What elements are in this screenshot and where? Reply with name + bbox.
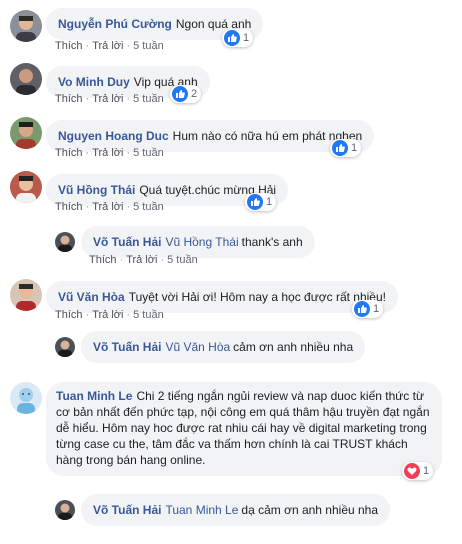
comment: Nguyễn Phú Cường Ngon quá anh 1 Thích · Trả…: [0, 0, 462, 60]
comment-text-line: dễ hiểu. Hôm nay hoc được rat nhiu cái h…: [56, 421, 427, 435]
comment-bubble: Tuan Minh Le Chi 2 tiếng ngắn ngủi review…: [46, 382, 442, 476]
like-link[interactable]: Thích: [55, 147, 83, 159]
reply-bubble: Võ Tuấn Hải Tuan Minh Le dạ cảm ơn anh nhi…: [81, 494, 391, 526]
comment-actions: Thích · Trả lời · 5 tuần: [55, 93, 164, 105]
comment-actions: Thích · Trả lời · 5 tuần: [55, 309, 164, 321]
like-link[interactable]: Thích: [55, 201, 83, 213]
reaction-count[interactable]: 1: [222, 29, 254, 47]
comment-time[interactable]: 5 tuần: [133, 201, 164, 213]
reply-author[interactable]: Võ Tuấn Hải: [93, 503, 161, 517]
like-link[interactable]: Thích: [55, 40, 83, 52]
comment-text-line: Chi 2 tiếng ngắn ngủi review và nap duoc…: [136, 389, 425, 403]
comment: Vũ Hồng Thái Quá tuyệt.chúc mừng Hải 1 Th…: [0, 168, 462, 222]
comment-text-line: cơ bản nhất đến phức tạp, nội công em qu…: [56, 405, 430, 419]
reply-text: cảm ơn anh nhiều nha: [233, 340, 354, 354]
reaction-count[interactable]: 1: [330, 139, 362, 157]
reply: Võ Tuấn Hải Tuan Minh Le dạ cảm ơn anh nhi…: [0, 490, 462, 544]
comment-text-line: từng case cu the, tâm đắc va thấm hơn ch…: [56, 437, 408, 451]
tagged-user[interactable]: Vũ Hồng Thái: [165, 235, 238, 249]
reply-bubble: Võ Tuấn Hải Vũ Văn Hòa cảm ơn anh nhiều nh…: [81, 331, 366, 363]
comment-author[interactable]: Nguyen Hoang Duc: [58, 129, 169, 143]
reaction-count[interactable]: 1: [352, 300, 384, 318]
comment-author[interactable]: Vo Minh Duy: [58, 75, 130, 89]
reply-link[interactable]: Trả lời: [92, 309, 123, 321]
comment: Tuan Minh Le Chi 2 tiếng ngắn ngủi review…: [0, 380, 462, 490]
reply: Võ Tuấn Hải Vũ Hồng Thái thank's anh Thích…: [0, 222, 462, 274]
reply: Võ Tuấn Hải Vũ Văn Hòa cảm ơn anh nhiều nh…: [0, 328, 462, 380]
tagged-user[interactable]: Tuan Minh Le: [165, 503, 238, 517]
comment-author[interactable]: Nguyễn Phú Cường: [58, 17, 172, 31]
like-icon: [354, 301, 370, 317]
like-icon: [332, 140, 348, 156]
like-link[interactable]: Thích: [55, 93, 83, 105]
reply-link[interactable]: Trả lời: [92, 201, 123, 213]
avatar[interactable]: [10, 10, 42, 42]
avatar[interactable]: [55, 500, 75, 520]
avatar[interactable]: [10, 63, 42, 95]
avatar[interactable]: [10, 279, 42, 311]
reaction-count[interactable]: 1: [402, 462, 434, 480]
like-icon: [247, 194, 263, 210]
comment-text-line: hàng trong bán hang online.: [56, 453, 206, 467]
comment-time[interactable]: 5 tuần: [133, 309, 164, 321]
reaction-count[interactable]: 2: [170, 85, 202, 103]
like-link[interactable]: Thích: [89, 254, 117, 266]
avatar[interactable]: [10, 382, 42, 414]
comment-author[interactable]: Vũ Văn Hòa: [58, 290, 125, 304]
comment-time[interactable]: 5 tuần: [133, 40, 164, 52]
reply-time[interactable]: 5 tuần: [167, 254, 198, 266]
reply-link[interactable]: Trả lời: [126, 254, 157, 266]
comment-time[interactable]: 5 tuần: [133, 147, 164, 159]
comment: Vũ Văn Hòa Tuyệt vời Hải ơi! Hôm nay a họ…: [0, 274, 462, 328]
reply-link[interactable]: Trả lời: [92, 40, 123, 52]
like-icon: [172, 86, 188, 102]
like-link[interactable]: Thích: [55, 309, 83, 321]
reply-author[interactable]: Võ Tuấn Hải: [93, 340, 161, 354]
reply-link[interactable]: Trả lời: [92, 147, 123, 159]
reply-actions: Thích · Trả lời · 5 tuần: [89, 254, 198, 266]
heart-icon: [404, 463, 420, 479]
comment-actions: Thích · Trả lời · 5 tuần: [55, 201, 164, 213]
comment-actions: Thích · Trả lời · 5 tuần: [55, 40, 164, 52]
reply-text: dạ cảm ơn anh nhiều nha: [241, 503, 379, 517]
comment-author[interactable]: Tuan Minh Le: [56, 389, 132, 403]
like-icon: [224, 30, 240, 46]
comment: Nguyen Hoang Duc Hum nào có nữa hú em phá…: [0, 114, 462, 168]
comment-actions: Thích · Trả lời · 5 tuần: [55, 147, 164, 159]
avatar[interactable]: [55, 232, 75, 252]
reply-text: thank's anh: [241, 235, 303, 249]
avatar[interactable]: [10, 117, 42, 149]
comment-time[interactable]: 5 tuần: [133, 93, 164, 105]
reply-author[interactable]: Võ Tuấn Hải: [93, 235, 161, 249]
reply-link[interactable]: Trả lời: [92, 93, 123, 105]
comment-author[interactable]: Vũ Hồng Thái: [58, 183, 135, 197]
comment-text: Tuyệt vời Hải ơi! Hôm nay a học được rất…: [128, 290, 386, 304]
reaction-count[interactable]: 1: [245, 193, 277, 211]
avatar[interactable]: [10, 171, 42, 203]
avatar[interactable]: [55, 337, 75, 357]
tagged-user[interactable]: Vũ Văn Hòa: [165, 340, 230, 354]
comment: Vo Minh Duy Vip quá anh 2 Thích · Trả lời · 5…: [0, 60, 462, 114]
